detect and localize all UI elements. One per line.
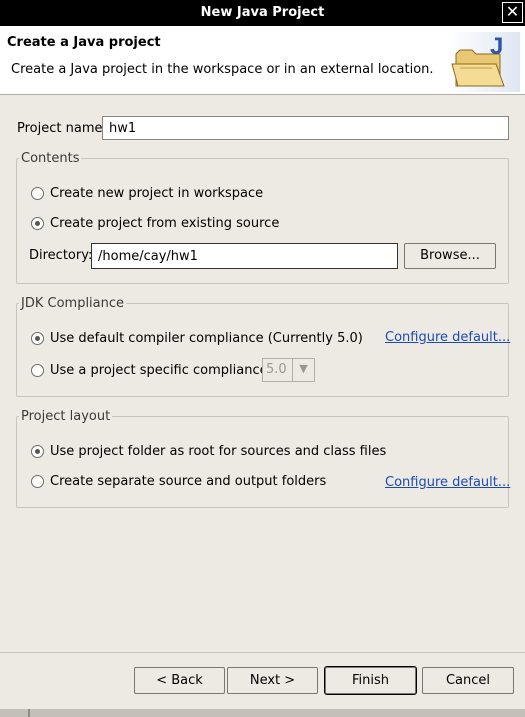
window-title: New Java Project <box>200 5 325 20</box>
directory-input[interactable] <box>91 243 398 269</box>
directory-label: Directory: <box>29 248 93 263</box>
radio-new-project[interactable] <box>31 186 44 200</box>
jdk-compliance-legend: JDK Compliance <box>21 296 125 311</box>
banner-description: Create a Java project in the workspace o… <box>11 62 434 77</box>
option-existing-source-label: Create project from existing source <box>50 215 280 231</box>
option-separate-folders[interactable]: Create separate source and output folder… <box>31 471 326 491</box>
compliance-select-value: 5.0 <box>266 362 287 377</box>
radio-separate-folders[interactable] <box>31 474 44 488</box>
option-existing-source[interactable]: Create project from existing source <box>31 213 279 233</box>
option-folder-as-root-label: Use project folder as root for sources a… <box>50 443 387 459</box>
radio-folder-as-root[interactable] <box>31 444 44 458</box>
radio-default-compliance[interactable] <box>31 331 44 345</box>
option-new-project-label: Create new project in workspace <box>50 185 264 201</box>
back-button[interactable]: < Back <box>134 667 225 694</box>
close-icon: ✕ <box>505 2 520 21</box>
compliance-select[interactable]: 5.0 ▼ <box>262 358 315 382</box>
window-titlebar: New Java Project ✕ <box>0 0 525 26</box>
option-specific-compliance[interactable]: Use a project specific compliance: <box>31 360 272 380</box>
project-name-input[interactable] <box>102 116 509 140</box>
cancel-button[interactable]: Cancel <box>422 667 514 694</box>
resize-notch <box>28 709 30 717</box>
radio-existing-source[interactable] <box>31 216 44 230</box>
option-specific-compliance-label: Use a project specific compliance: <box>50 362 272 378</box>
jdk-configure-default-link[interactable]: Configure default... <box>385 330 510 345</box>
option-default-compliance-label: Use default compiler compliance (Current… <box>50 330 363 346</box>
contents-legend: Contents <box>21 151 80 166</box>
project-name-label: Project name: <box>17 121 107 136</box>
option-folder-as-root[interactable]: Use project folder as root for sources a… <box>31 441 386 461</box>
finish-button[interactable]: Finish <box>324 666 417 695</box>
radio-specific-compliance[interactable] <box>31 363 44 377</box>
option-new-project[interactable]: Create new project in workspace <box>31 183 263 203</box>
browse-button[interactable]: Browse... <box>404 243 496 269</box>
chevron-down-icon: ▼ <box>292 359 314 381</box>
java-project-folder-icon: J <box>448 32 520 92</box>
layout-configure-default-link[interactable]: Configure default... <box>385 475 510 490</box>
wizard-banner: Create a Java project Create a Java proj… <box>0 26 525 95</box>
project-layout-legend: Project layout <box>21 409 111 424</box>
button-bar-separator <box>0 652 525 653</box>
window-bottom-border <box>0 709 525 717</box>
close-button[interactable]: ✕ <box>502 2 523 23</box>
option-separate-folders-label: Create separate source and output folder… <box>50 473 327 489</box>
option-default-compliance[interactable]: Use default compiler compliance (Current… <box>31 328 363 348</box>
banner-title: Create a Java project <box>7 35 161 50</box>
svg-text:J: J <box>490 33 503 60</box>
next-button[interactable]: Next > <box>227 667 318 694</box>
